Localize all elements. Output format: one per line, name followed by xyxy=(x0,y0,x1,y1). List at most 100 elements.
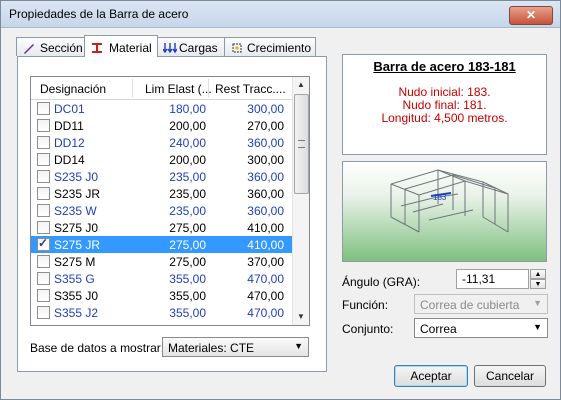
tab-cargas[interactable]: Cargas xyxy=(157,37,225,56)
list-scrollbar[interactable]: ▲ ▼ xyxy=(292,77,309,325)
lim-elast-cell: 200,00 xyxy=(169,119,206,133)
loads-icon xyxy=(163,43,177,54)
tab-cargas-label: Cargas xyxy=(179,41,218,55)
material-tab-panel: Designación Lim Elast (... Rest Tracc...… xyxy=(17,56,327,372)
rest-tracc-cell: 360,00 xyxy=(247,204,284,218)
designation-cell: DC01 xyxy=(54,102,85,116)
list-item[interactable]: DD12 240,00 360,00 xyxy=(31,134,292,151)
node-marker: 183 xyxy=(433,193,447,202)
row-checkbox[interactable] xyxy=(37,289,50,302)
database-label: Base de datos a mostrar: .. xyxy=(30,341,175,355)
row-checkbox[interactable] xyxy=(37,255,50,268)
row-checkbox[interactable] xyxy=(37,119,50,132)
row-checkbox[interactable] xyxy=(37,306,50,319)
list-item[interactable]: S355 J2 355,00 470,00 xyxy=(31,304,292,321)
row-checkbox[interactable] xyxy=(37,204,50,217)
bar-description-panel: Barra de acero 183-181 Nudo inicial: 183… xyxy=(342,54,547,155)
close-button[interactable]: ✕ xyxy=(509,6,553,25)
scroll-up-arrow-icon[interactable]: ▲ xyxy=(293,77,309,93)
materials-list[interactable]: Designación Lim Elast (... Rest Tracc...… xyxy=(30,76,310,326)
lim-elast-cell: 235,00 xyxy=(169,170,206,184)
window-title: Propiedades de la Barra de acero xyxy=(9,7,189,21)
list-item[interactable]: DC01 180,00 300,00 xyxy=(31,100,292,117)
angle-spin-down-icon[interactable]: ▼ xyxy=(530,279,546,289)
length-text: Longitud: 4,500 metros. xyxy=(381,111,508,125)
row-checkbox[interactable] xyxy=(37,136,50,149)
designation-cell: S275 JR xyxy=(54,238,101,252)
tab-material[interactable]: Material xyxy=(84,35,158,57)
database-select[interactable]: Materiales: CTE ▼ xyxy=(162,337,309,357)
designation-cell: S355 J0 xyxy=(54,289,99,303)
row-checkbox[interactable] xyxy=(37,170,50,183)
rest-tracc-cell: 360,00 xyxy=(247,136,284,150)
list-item[interactable]: S275 M 275,00 370,00 xyxy=(31,253,292,270)
row-checkbox[interactable] xyxy=(37,221,50,234)
lim-elast-cell: 355,00 xyxy=(169,306,206,320)
angle-input[interactable]: -11,31 xyxy=(456,269,529,289)
row-checkbox[interactable] xyxy=(37,153,50,166)
function-select-value: Correa de cubierta xyxy=(420,298,520,312)
tab-material-label: Material xyxy=(109,41,152,55)
rest-tracc-cell: 300,00 xyxy=(247,102,284,116)
scroll-down-arrow-icon[interactable]: ▼ xyxy=(293,309,309,325)
rest-tracc-cell: 360,00 xyxy=(247,170,284,184)
function-select[interactable]: Correa de cubierta ▼ xyxy=(414,294,548,314)
column-divider[interactable] xyxy=(132,79,133,97)
list-header: Designación Lim Elast (... Rest Tracc...… xyxy=(31,77,292,100)
list-item[interactable]: S275 J0 275,00 410,00 xyxy=(31,219,292,236)
designation-cell: S355 G xyxy=(54,272,95,286)
column-header-designacion[interactable]: Designación xyxy=(40,82,106,96)
list-item[interactable]: DD11 200,00 270,00 xyxy=(31,117,292,134)
close-icon: ✕ xyxy=(525,8,537,22)
structure-preview[interactable]: 183 xyxy=(342,161,547,262)
designation-cell: S275 M xyxy=(54,255,96,269)
accept-button[interactable]: Aceptar xyxy=(394,365,468,387)
list-item[interactable]: S235 W 235,00 360,00 xyxy=(31,202,292,219)
angle-spin-up-icon[interactable]: ▲ xyxy=(530,269,546,279)
column-header-rest-tracc[interactable]: Rest Tracc.... xyxy=(215,82,286,96)
set-label: Conjunto: xyxy=(342,322,394,336)
i-beam-icon xyxy=(92,43,102,53)
rest-tracc-cell: 370,00 xyxy=(247,255,284,269)
lim-elast-cell: 275,00 xyxy=(169,238,206,252)
database-select-value: Materiales: CTE xyxy=(168,341,255,355)
function-label: Función: xyxy=(342,298,389,312)
chevron-down-icon: ▼ xyxy=(533,322,542,332)
lim-elast-cell: 180,00 xyxy=(169,102,206,116)
rest-tracc-cell: 410,00 xyxy=(247,238,284,252)
list-item[interactable]: S235 JR 235,00 360,00 xyxy=(31,185,292,202)
row-checkbox[interactable] xyxy=(37,102,50,115)
row-checkbox[interactable] xyxy=(37,272,50,285)
rest-tracc-cell: 410,00 xyxy=(247,221,284,235)
angle-value: -11,31 xyxy=(462,272,496,286)
lim-elast-cell: 200,00 xyxy=(169,153,206,167)
list-item[interactable]: DD14 200,00 300,00 xyxy=(31,151,292,168)
title-bar[interactable]: Propiedades de la Barra de acero ✕ xyxy=(1,1,560,28)
bar-title: Barra de acero 183-181 xyxy=(373,59,516,74)
row-checkbox[interactable] xyxy=(37,187,50,200)
lim-elast-cell: 275,00 xyxy=(169,221,206,235)
column-divider[interactable] xyxy=(208,79,209,97)
designation-cell: S235 JR xyxy=(54,187,101,201)
rest-tracc-cell: 470,00 xyxy=(247,289,284,303)
chevron-down-icon: ▼ xyxy=(533,298,542,308)
list-item-selected[interactable]: S275 JR 275,00 410,00 xyxy=(31,236,292,253)
list-item[interactable]: S355 G 355,00 470,00 xyxy=(31,270,292,287)
cancel-button[interactable]: Cancelar xyxy=(474,365,546,387)
lim-elast-cell: 355,00 xyxy=(169,272,206,286)
tab-crecimiento[interactable]: Crecimiento xyxy=(224,37,316,56)
set-select[interactable]: Correa ▼ xyxy=(414,318,548,338)
list-item[interactable]: S235 J0 235,00 360,00 xyxy=(31,168,292,185)
list-item[interactable]: S355 J0 355,00 470,00 xyxy=(31,287,292,304)
lim-elast-cell: 240,00 xyxy=(169,136,206,150)
designation-cell: S235 J0 xyxy=(54,170,99,184)
column-header-lim-elast[interactable]: Lim Elast (... xyxy=(145,82,212,96)
rest-tracc-cell: 360,00 xyxy=(247,187,284,201)
row-checkbox-checked[interactable] xyxy=(37,236,50,251)
structure-model-drawing: 183 xyxy=(390,169,509,233)
start-node-text: Nudo inicial: 183. xyxy=(398,85,491,99)
tab-crecimiento-label: Crecimiento xyxy=(247,41,312,55)
scroll-thumb[interactable] xyxy=(294,94,309,194)
designation-cell: DD11 xyxy=(54,119,84,133)
tab-seccion[interactable]: Sección xyxy=(16,37,85,56)
